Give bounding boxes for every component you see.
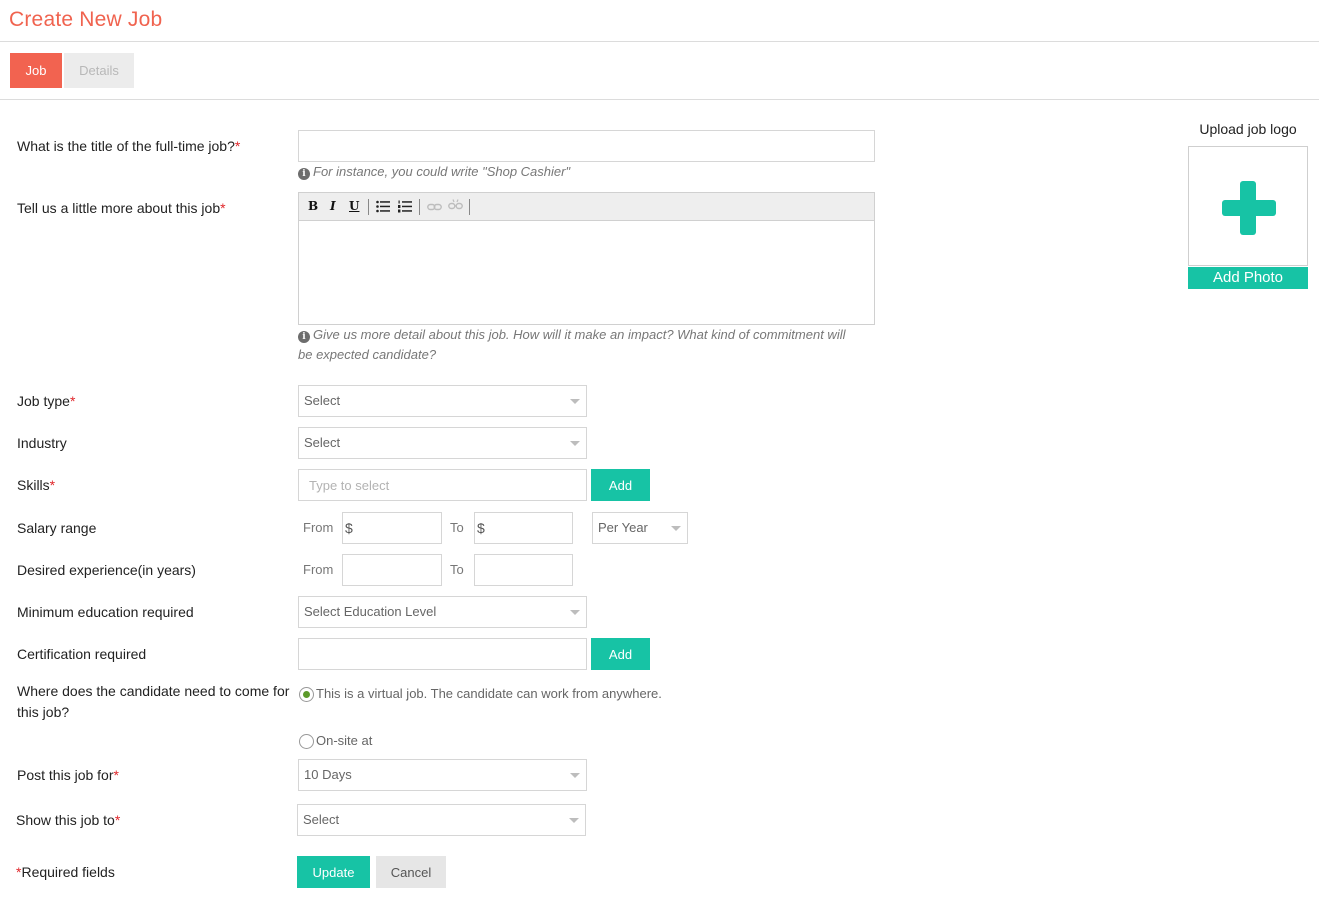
salary-to-currency: $ xyxy=(477,520,485,536)
education-label: Minimum education required xyxy=(17,604,194,620)
salary-period-value: Per Year xyxy=(598,520,648,535)
industry-label: Industry xyxy=(17,435,67,451)
numbered-list-icon[interactable] xyxy=(398,200,412,216)
bullet-list-icon[interactable] xyxy=(376,200,390,216)
toolbar-divider xyxy=(469,199,470,215)
page-title: Create New Job xyxy=(9,8,163,31)
toolbar-divider xyxy=(368,199,369,215)
upload-logo-title: Upload job logo xyxy=(1199,121,1297,137)
bold-button[interactable]: B xyxy=(308,199,318,213)
required-fields-note: *Required fields xyxy=(16,864,115,880)
add-photo-button[interactable]: Add Photo xyxy=(1188,267,1308,289)
job-title-label: What is the title of the full-time job?* xyxy=(17,138,241,154)
industry-value: Select xyxy=(304,435,341,450)
job-description-textarea[interactable] xyxy=(299,221,874,324)
onsite-option-label: On-site at xyxy=(316,733,373,748)
unlink-icon[interactable] xyxy=(448,199,463,216)
job-description-label: Tell us a little more about this job* xyxy=(17,200,226,216)
industry-select[interactable]: Select xyxy=(298,427,587,459)
chevron-down-icon xyxy=(570,441,580,446)
job-description-editor: B I U xyxy=(298,192,875,325)
job-type-label: Job type* xyxy=(17,393,76,409)
cancel-button[interactable]: Cancel xyxy=(376,856,446,888)
skills-label: Skills* xyxy=(17,477,56,493)
italic-button[interactable]: I xyxy=(330,199,336,213)
location-label: Where does the candidate need to come fo… xyxy=(17,683,290,720)
post-duration-select[interactable]: 10 Days xyxy=(298,759,587,791)
experience-from-input[interactable] xyxy=(342,554,442,586)
toolbar-divider xyxy=(419,199,420,215)
chevron-down-icon xyxy=(570,773,580,778)
education-value: Select Education Level xyxy=(304,604,437,619)
experience-from-label: From xyxy=(303,562,334,577)
add-skill-button[interactable]: Add xyxy=(591,469,650,501)
chevron-down-icon xyxy=(569,818,579,823)
link-icon[interactable] xyxy=(427,201,442,215)
salary-from-input[interactable] xyxy=(342,512,442,544)
post-duration-value: 10 Days xyxy=(304,767,352,782)
chevron-down-icon xyxy=(570,399,580,404)
virtual-job-option-label: This is a virtual job. The candidate can… xyxy=(316,686,662,701)
update-button[interactable]: Update xyxy=(297,856,370,888)
certification-label: Certification required xyxy=(17,646,147,662)
salary-from-currency: $ xyxy=(345,520,353,536)
add-certification-button[interactable]: Add xyxy=(591,638,650,670)
salary-to-input[interactable] xyxy=(474,512,573,544)
job-type-select[interactable]: Select xyxy=(298,385,587,417)
experience-to-input[interactable] xyxy=(474,554,573,586)
upload-logo-dropzone[interactable] xyxy=(1188,146,1308,266)
experience-label: Desired experience(in years) xyxy=(17,562,196,578)
salary-to-label: To xyxy=(450,520,464,535)
skills-input[interactable] xyxy=(298,469,587,501)
job-title-hint: i For instance, you could write "Shop Cas… xyxy=(298,162,570,182)
page-header: Create New Job xyxy=(0,0,1319,42)
visibility-select[interactable]: Select xyxy=(297,804,586,836)
job-type-value: Select xyxy=(304,393,341,408)
info-icon: i xyxy=(298,331,310,343)
visibility-label: Show this job to* xyxy=(16,812,121,828)
tab-details[interactable]: Details xyxy=(64,53,134,88)
underline-button[interactable]: U xyxy=(349,199,359,213)
tab-job[interactable]: Job xyxy=(10,53,62,88)
salary-from-label: From xyxy=(303,520,334,535)
onsite-radio[interactable] xyxy=(299,734,314,749)
virtual-job-radio[interactable] xyxy=(299,687,314,702)
tab-bar: Job Details xyxy=(0,42,1319,100)
chevron-down-icon xyxy=(671,526,681,531)
info-icon: i xyxy=(298,168,310,180)
chevron-down-icon xyxy=(570,610,580,615)
certification-input[interactable] xyxy=(298,638,587,670)
job-title-input[interactable] xyxy=(298,130,875,162)
job-description-hint: i Give us more detail about this job. How… xyxy=(298,327,846,362)
editor-toolbar: B I U xyxy=(299,193,874,221)
salary-label: Salary range xyxy=(17,520,97,536)
education-select[interactable]: Select Education Level xyxy=(298,596,587,628)
post-duration-label: Post this job for* xyxy=(17,767,119,783)
salary-period-select[interactable]: Per Year xyxy=(592,512,688,544)
experience-to-label: To xyxy=(450,562,464,577)
visibility-value: Select xyxy=(303,812,340,827)
